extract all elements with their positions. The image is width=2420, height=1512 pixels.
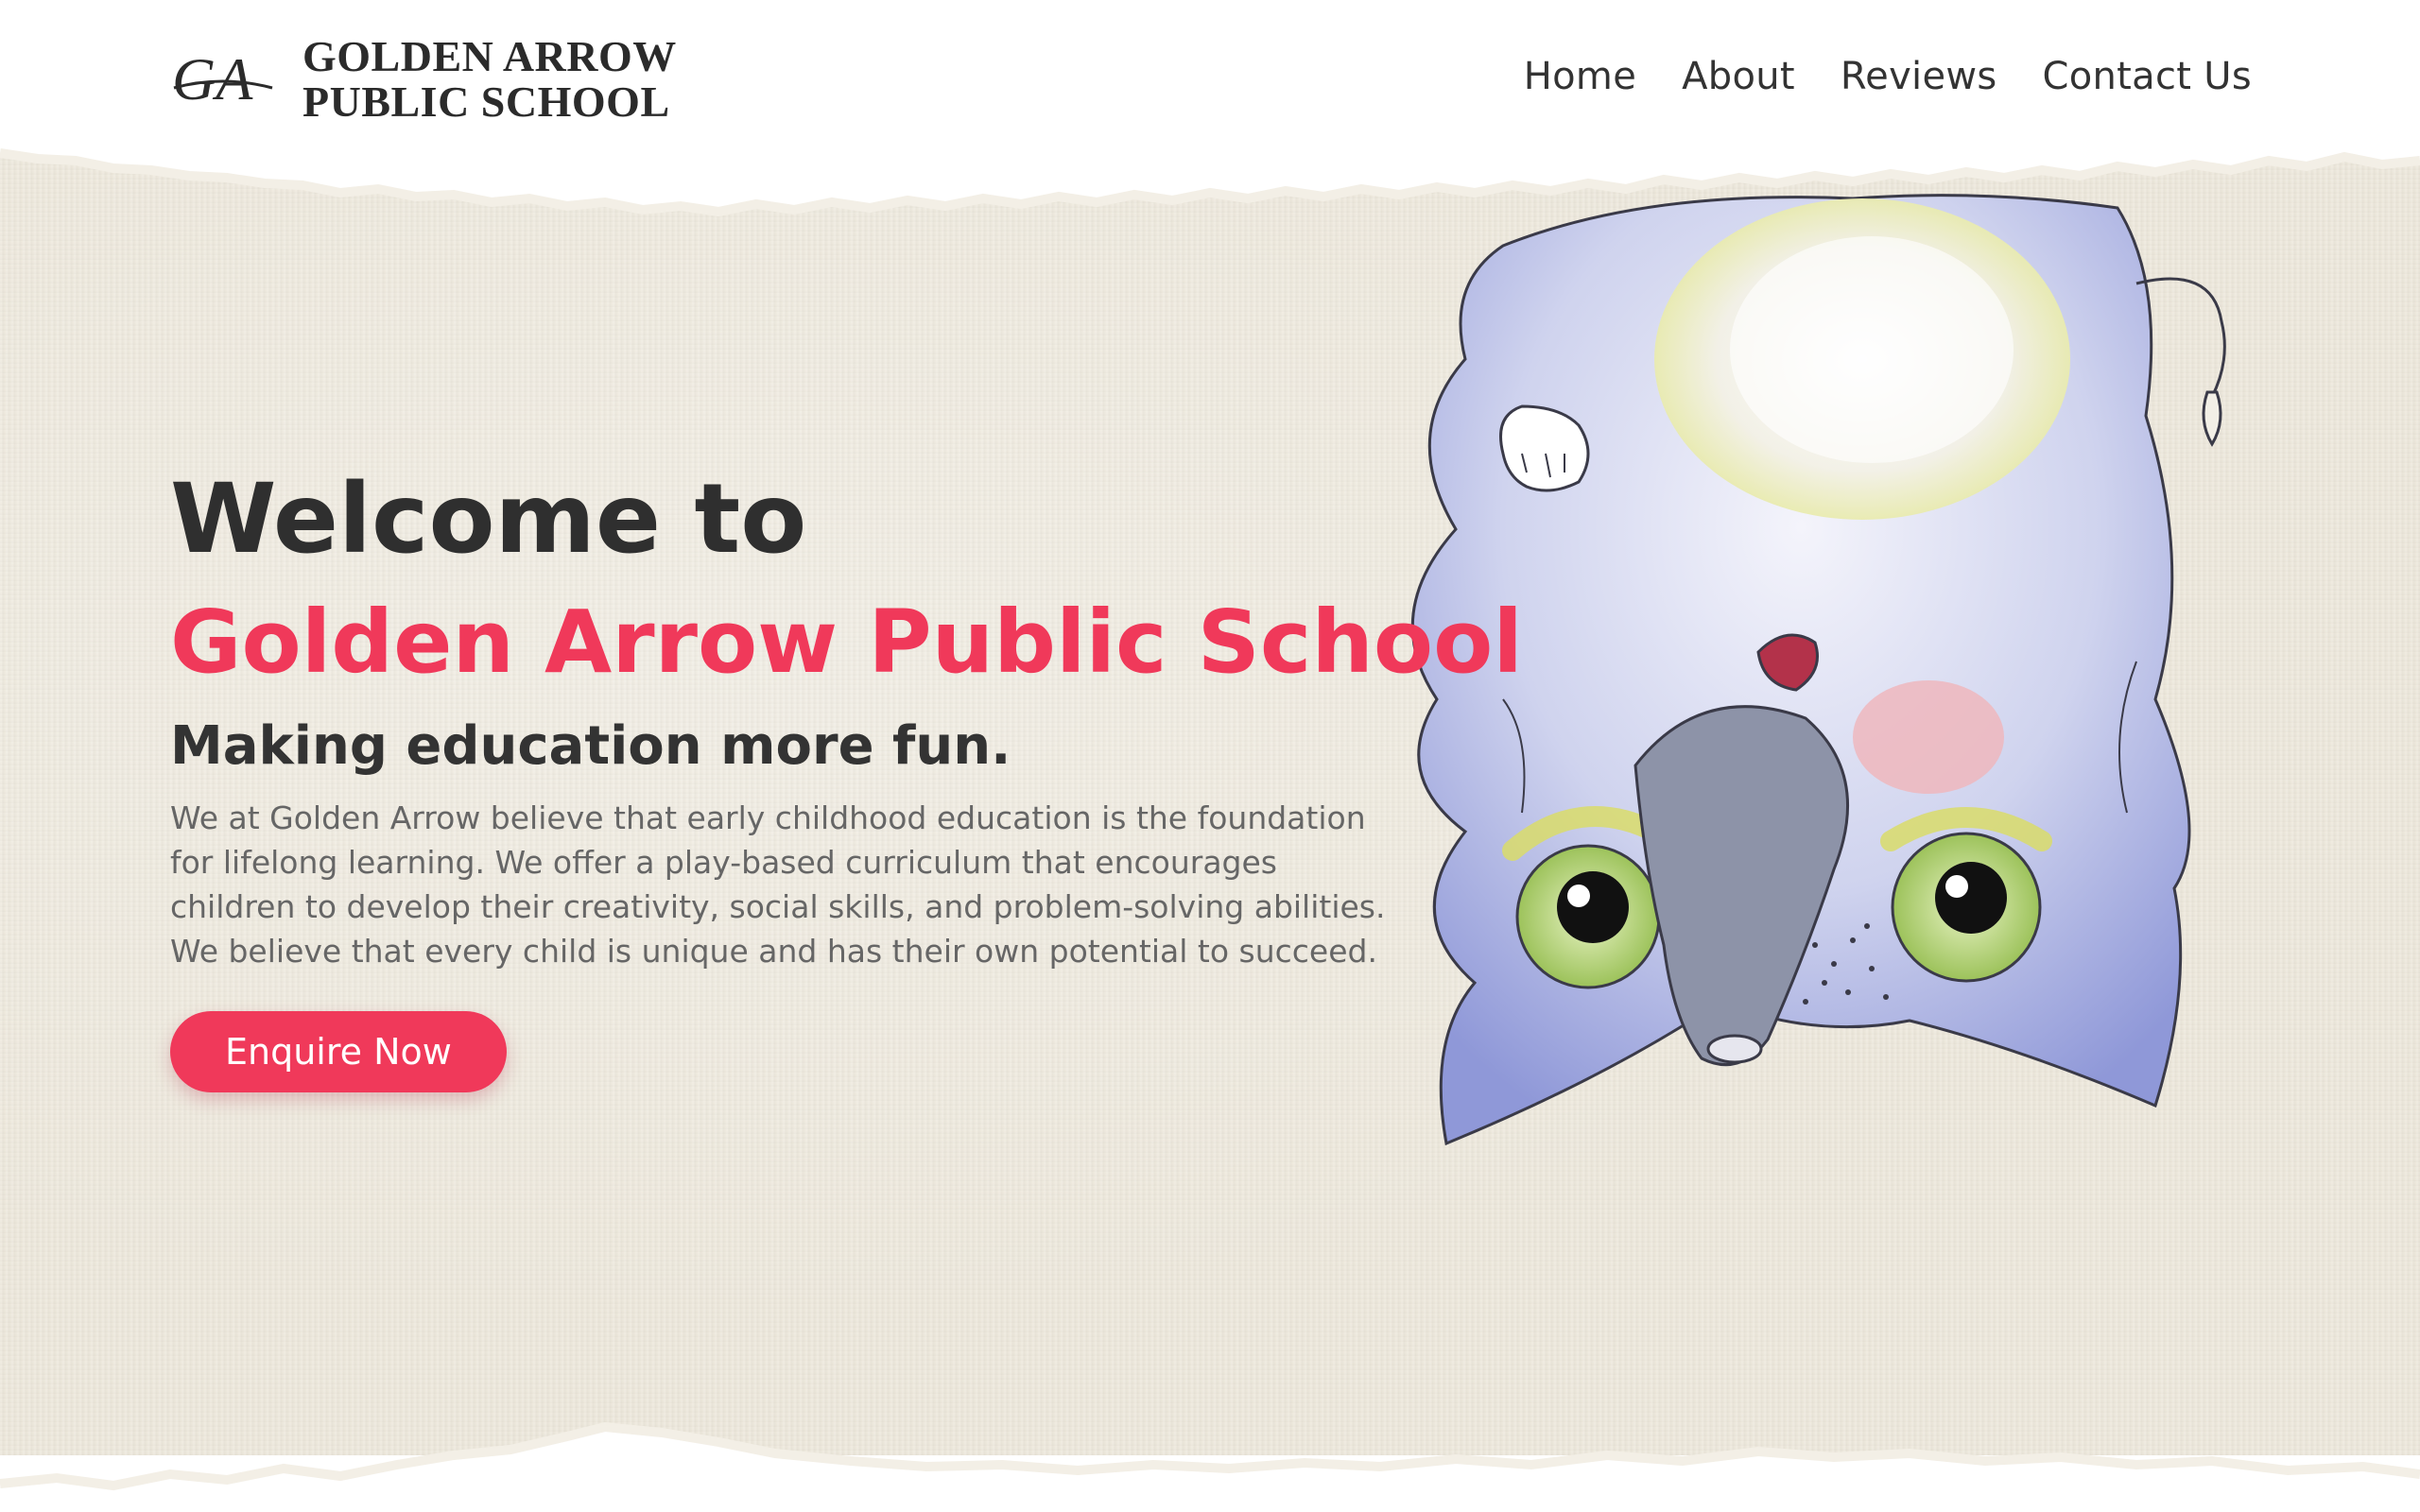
hero-intro-paragraph: We at Golden Arrow believe that early ch… [170, 799, 1386, 970]
ga-monogram-icon: GA [172, 46, 273, 112]
torn-paper-bottom-edge [0, 1421, 2420, 1512]
nav-contact-us[interactable]: Contact Us [2043, 55, 2252, 98]
school-logo[interactable]: GA GOLDEN ARROW PUBLIC SCHOOL [170, 34, 677, 125]
page: GA GOLDEN ARROW PUBLIC SCHOOL Home About… [0, 0, 2420, 1512]
nav-home[interactable]: Home [1524, 55, 1636, 98]
hero-school-name: Golden Arrow Public School [170, 592, 1523, 693]
enquire-now-button[interactable]: Enquire Now [170, 1011, 507, 1092]
hero-tagline: Making education more fun. [170, 715, 1011, 777]
nav-about[interactable]: About [1682, 55, 1795, 98]
svg-text:GA: GA [172, 46, 253, 112]
logo-wordmark: GOLDEN ARROW PUBLIC SCHOOL [302, 34, 677, 125]
logo-line-2: PUBLIC SCHOOL [302, 77, 670, 126]
hero-section: Welcome to Golden Arrow Public School Ma… [170, 463, 1523, 1092]
main-nav: Home About Reviews Contact Us [1524, 55, 2252, 98]
hero-welcome-heading: Welcome to [170, 463, 807, 576]
nav-reviews[interactable]: Reviews [1841, 55, 1997, 98]
logo-line-1: GOLDEN ARROW [302, 32, 677, 80]
site-header: GA GOLDEN ARROW PUBLIC SCHOOL Home About… [0, 0, 2420, 161]
